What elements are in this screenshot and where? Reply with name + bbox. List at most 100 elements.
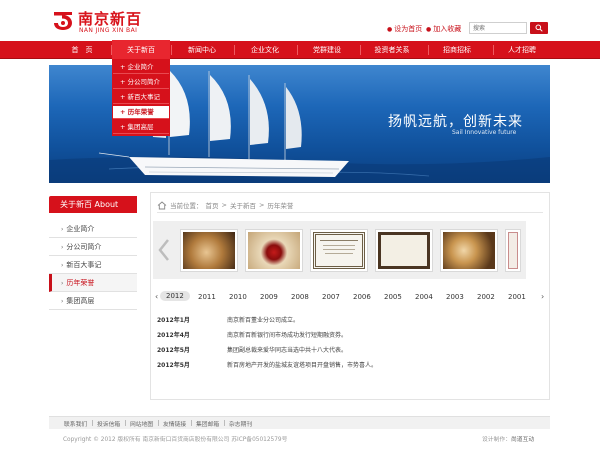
footer-separator: [92, 420, 93, 426]
sidebar-item-label: 集团高层: [66, 297, 95, 305]
dropdown-item-leadership[interactable]: + 集团高层: [113, 121, 169, 134]
gallery-thumb[interactable]: [505, 229, 521, 272]
nav-item-news[interactable]: 新闻中心: [175, 41, 229, 59]
footer-link-magazine[interactable]: 杂志期刊: [229, 419, 252, 428]
footer-separator: [224, 420, 225, 426]
year-tab-2012[interactable]: 2012: [160, 291, 190, 301]
footer-link-friends[interactable]: 友情链接: [163, 419, 186, 428]
add-favorite-label: 加入收藏: [433, 25, 462, 33]
banner-slogan: 扬帆远航，创新未来: [388, 114, 523, 130]
dropdown-item-milestones[interactable]: + 新百大事记: [113, 91, 169, 104]
year-tab-2008[interactable]: 2008: [291, 293, 309, 301]
nav-item-about[interactable]: 关于新百: [112, 41, 170, 59]
sidebar-item-honors[interactable]: › 历年荣誉: [49, 274, 137, 292]
nav-separator: [428, 45, 429, 55]
nav-item-recruit[interactable]: 人才招聘: [495, 41, 549, 59]
nav-separator: [297, 45, 298, 55]
nav-item-culture[interactable]: 企业文化: [238, 41, 292, 59]
breadcrumb-about[interactable]: 关于新百: [230, 200, 256, 210]
chevron-right-icon: ›: [61, 244, 64, 251]
certificate-red-image: [508, 232, 518, 269]
sidebar-item-label: 分公司简介: [66, 243, 102, 251]
home-icon: [157, 200, 167, 209]
year-tab-2007[interactable]: 2007: [322, 293, 340, 301]
search-input[interactable]: [469, 22, 527, 34]
event-date: 2012年4月: [157, 332, 190, 339]
brand-name-en: NAN JING XIN BAI: [79, 27, 138, 34]
nav-item-home[interactable]: 首 页: [60, 41, 104, 59]
nav-separator: [360, 45, 361, 55]
breadcrumb-sep: >: [221, 201, 227, 209]
photo-seal-image: [248, 232, 300, 269]
chevron-left-icon: [158, 239, 169, 261]
chevron-right-icon: ›: [61, 298, 64, 305]
design-by-link[interactable]: 尚道互动: [511, 437, 534, 443]
sidebar-title: 关于新百 About: [49, 196, 137, 213]
chevron-right-icon: ›: [61, 262, 64, 269]
year-tab-2009[interactable]: 2009: [260, 293, 278, 301]
year-tab-2004[interactable]: 2004: [415, 293, 433, 301]
event-text: 南京新百新银行间市场成功发行短期融资券。: [227, 332, 348, 339]
search-icon: [535, 24, 543, 32]
sidebar-item-milestones[interactable]: › 新百大事记: [49, 256, 137, 274]
footer-separator: [125, 420, 126, 426]
add-favorite-link[interactable]: ● 加入收藏: [426, 24, 461, 34]
breadcrumb-home[interactable]: 首页: [206, 200, 219, 210]
event-date: 2012年5月: [157, 362, 190, 369]
design-credit: 设计制作：尚道互动: [482, 434, 534, 443]
gallery-prev-button[interactable]: [155, 221, 173, 279]
set-homepage-link[interactable]: ● 设为首页: [387, 24, 422, 34]
nav-separator: [234, 45, 235, 55]
search-button[interactable]: [530, 22, 548, 34]
event-date: 2012年5月: [157, 347, 190, 354]
nav-item-party[interactable]: 党群建设: [300, 41, 354, 59]
gallery-thumb[interactable]: [375, 229, 433, 272]
sidebar-item-label: 新百大事记: [66, 261, 102, 269]
gallery-thumb[interactable]: [440, 229, 498, 272]
footer-link-contact[interactable]: 联系我们: [64, 419, 87, 428]
nav-item-investors[interactable]: 投资者关系: [365, 41, 419, 59]
year-tab-2002[interactable]: 2002: [477, 293, 495, 301]
dropdown-item-branches[interactable]: + 分公司简介: [113, 76, 169, 89]
chevron-right-icon: ›: [61, 280, 64, 287]
dropdown-item-profile[interactable]: + 企业简介: [113, 61, 169, 74]
event-text: 新百房地产开发的盐城友谊塔项目开盘销售，市势喜人。: [227, 362, 378, 369]
year-tab-2001[interactable]: 2001: [508, 293, 526, 301]
sidebar-item-profile[interactable]: › 企业简介: [49, 220, 137, 238]
year-tab-2003[interactable]: 2003: [446, 293, 464, 301]
footer-separator: [191, 420, 192, 426]
footer-link-mail[interactable]: 集团邮箱: [196, 419, 219, 428]
sidebar-item-leadership[interactable]: › 集团高层: [49, 292, 137, 310]
gallery-thumb[interactable]: [310, 229, 368, 272]
breadcrumb-current: 历年荣誉: [267, 202, 294, 210]
nav-separator: [171, 45, 172, 55]
banner-slogan-en: Sail Innovative future: [452, 129, 517, 136]
set-homepage-label: 设为首页: [394, 25, 423, 33]
dropdown-item-honors[interactable]: + 历年荣誉: [113, 106, 169, 119]
event-date: 2012年1月: [157, 317, 190, 324]
year-tab-2005[interactable]: 2005: [384, 293, 402, 301]
year-tab-2006[interactable]: 2006: [353, 293, 371, 301]
breadcrumb: 当前位置： 首页 > 关于新百 > 历年荣誉: [157, 200, 293, 210]
gallery-thumb[interactable]: [180, 229, 238, 272]
sidebar-item-branches[interactable]: › 分公司简介: [49, 238, 137, 256]
footer-link-sitemap[interactable]: 网站地图: [130, 419, 153, 428]
copyright-text: Copyright © 2012 版权所有 南京新街口百货商店股份有限公司 苏I…: [63, 437, 288, 443]
year-tab-2010[interactable]: 2010: [229, 293, 247, 301]
year-prev-button[interactable]: ‹: [155, 292, 158, 301]
certificate-image: [313, 232, 365, 269]
sidebar-item-label: 历年荣誉: [66, 279, 95, 287]
breadcrumb-sep: >: [258, 201, 265, 209]
footer-link-complaint[interactable]: 投诉信箱: [97, 419, 120, 428]
year-next-button[interactable]: ›: [541, 292, 544, 301]
year-tab-2011[interactable]: 2011: [198, 293, 216, 301]
gallery-thumb[interactable]: [245, 229, 303, 272]
breadcrumb-divider: [157, 212, 543, 213]
nav-separator: [493, 45, 494, 55]
footer-separator: [158, 420, 159, 426]
photo-coin-image: [183, 232, 235, 269]
brand-name: 南京新百: [78, 10, 143, 28]
about-dropdown-menu: + 企业简介 + 分公司简介 + 新百大事记 + 历年荣誉 + 集团高层: [112, 59, 170, 136]
event-text: 集团副总裁来爱华同志当选中共十八大代表。: [227, 347, 348, 354]
nav-item-tender[interactable]: 招商招标: [430, 41, 484, 59]
